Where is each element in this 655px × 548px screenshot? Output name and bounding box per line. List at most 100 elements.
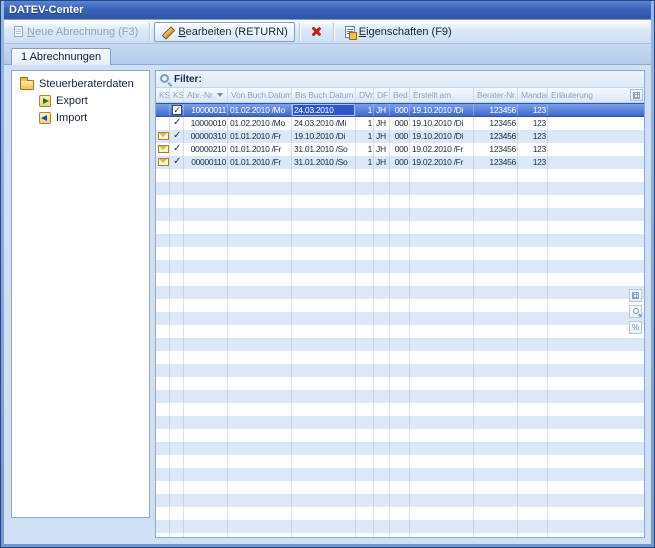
column-header-label: Mandan xyxy=(521,90,548,100)
empty-row[interactable] xyxy=(156,273,644,286)
table-row[interactable]: ✓0000011001.01.2010 /Fr31.01.2010 /So1JH… xyxy=(156,156,644,169)
column-header-berater-nr-[interactable]: Berater-Nr. xyxy=(474,88,518,102)
cell xyxy=(410,286,474,299)
empty-row[interactable] xyxy=(156,312,644,325)
column-header-dvr-[interactable]: DVr. xyxy=(356,88,374,102)
column-header-mandan[interactable]: Mandan xyxy=(518,88,548,102)
empty-row[interactable] xyxy=(156,247,644,260)
empty-row[interactable] xyxy=(156,351,644,364)
cell xyxy=(170,377,184,390)
column-header-label: Bis Buch.Datum xyxy=(295,90,353,100)
toolbar-separator xyxy=(299,23,300,41)
tree-item-steuerberaterdaten[interactable]: Steuerberaterdaten xyxy=(14,75,147,92)
table-row[interactable]: ✓1000001101.02.2010 /Mo24.03.20101JH0001… xyxy=(156,103,644,117)
cell xyxy=(410,260,474,273)
empty-row[interactable] xyxy=(156,325,644,338)
column-header-von-buch-datum[interactable]: Von Buch.Datum xyxy=(228,88,292,102)
delete-button[interactable] xyxy=(304,22,329,42)
cell xyxy=(184,338,228,351)
cell xyxy=(410,520,474,533)
cell xyxy=(374,481,390,494)
column-header-bed[interactable]: Bed xyxy=(390,88,410,102)
edit-button[interactable]: Bearbeiten (RETURN) xyxy=(154,22,294,42)
tree-item-export[interactable]: Export xyxy=(14,92,147,109)
cell xyxy=(184,351,228,364)
new-billing-button[interactable]: Neue Abrechnung (F3) xyxy=(7,22,145,42)
tab-abrechnungen[interactable]: 1 Abrechnungen xyxy=(11,48,111,65)
empty-row[interactable] xyxy=(156,429,644,442)
table-row[interactable]: ✓0000021001.01.2010 /Fr31.01.2010 /So1JH… xyxy=(156,143,644,156)
cell xyxy=(156,247,170,260)
empty-row[interactable] xyxy=(156,299,644,312)
cell xyxy=(548,130,644,143)
empty-row[interactable] xyxy=(156,468,644,481)
cell xyxy=(410,273,474,286)
cell: 123 xyxy=(518,117,548,130)
empty-row[interactable] xyxy=(156,221,644,234)
cell xyxy=(170,182,184,195)
column-header-abr-nr-[interactable]: Abr.-Nr. xyxy=(184,88,228,102)
empty-row[interactable] xyxy=(156,195,644,208)
cell xyxy=(156,286,170,299)
empty-row[interactable] xyxy=(156,260,644,273)
titlebar[interactable]: DATEV-Center xyxy=(4,1,651,19)
cell xyxy=(228,507,292,520)
empty-row[interactable] xyxy=(156,182,644,195)
cell xyxy=(292,377,356,390)
empty-row[interactable] xyxy=(156,208,644,221)
grid-panel: Filter: KSKSAbr.-Nr.Von Buch.DatumBis Bu… xyxy=(155,70,645,538)
cell xyxy=(548,234,644,247)
cell xyxy=(410,338,474,351)
table-row[interactable]: ✓0000031001.01.2010 /Fr19.10.2010 /Di1JH… xyxy=(156,130,644,143)
cell xyxy=(390,221,410,234)
folder-icon xyxy=(20,80,34,90)
column-header-df[interactable]: DF xyxy=(374,88,390,102)
cell xyxy=(292,312,356,325)
cell: 123 xyxy=(518,156,548,169)
cell xyxy=(410,377,474,390)
empty-row[interactable] xyxy=(156,286,644,299)
empty-row[interactable] xyxy=(156,390,644,403)
empty-row[interactable] xyxy=(156,481,644,494)
cell xyxy=(228,429,292,442)
column-header-erstellt-am[interactable]: Erstellt am xyxy=(410,88,474,102)
table-row[interactable]: ✓1000001001.02.2010 /Mo24.03.2010 /Mi1JH… xyxy=(156,117,644,130)
percent-button[interactable]: % xyxy=(629,321,642,334)
cell xyxy=(518,325,548,338)
tree-item-import[interactable]: Import xyxy=(14,109,147,126)
empty-row[interactable] xyxy=(156,364,644,377)
empty-row[interactable] xyxy=(156,416,644,429)
column-header-ks[interactable]: KS xyxy=(170,88,184,102)
empty-row[interactable] xyxy=(156,533,644,537)
empty-row[interactable] xyxy=(156,455,644,468)
cell xyxy=(292,299,356,312)
cell xyxy=(374,247,390,260)
cell xyxy=(184,221,228,234)
empty-row[interactable] xyxy=(156,234,644,247)
empty-row[interactable] xyxy=(156,338,644,351)
empty-row[interactable] xyxy=(156,403,644,416)
cell xyxy=(170,468,184,481)
filter-label: Filter: xyxy=(174,74,202,85)
cell xyxy=(548,117,644,130)
cell xyxy=(228,299,292,312)
empty-row[interactable] xyxy=(156,169,644,182)
column-chooser-button[interactable] xyxy=(630,89,643,101)
empty-row[interactable] xyxy=(156,494,644,507)
cell xyxy=(292,364,356,377)
column-header-ks[interactable]: KS xyxy=(156,88,170,102)
cell xyxy=(356,260,374,273)
filter-row[interactable]: Filter: xyxy=(156,71,644,88)
properties-button[interactable]: Eigenschaften (F9) xyxy=(338,22,459,42)
empty-row[interactable] xyxy=(156,442,644,455)
empty-row[interactable] xyxy=(156,520,644,533)
cell xyxy=(184,195,228,208)
empty-row[interactable] xyxy=(156,377,644,390)
column-header-bis-buch-datum[interactable]: Bis Buch.Datum xyxy=(292,88,356,102)
cell xyxy=(170,169,184,182)
zoom-button[interactable] xyxy=(629,305,642,318)
cell xyxy=(390,169,410,182)
grid-view-button[interactable] xyxy=(629,289,642,302)
cell xyxy=(156,364,170,377)
empty-row[interactable] xyxy=(156,507,644,520)
